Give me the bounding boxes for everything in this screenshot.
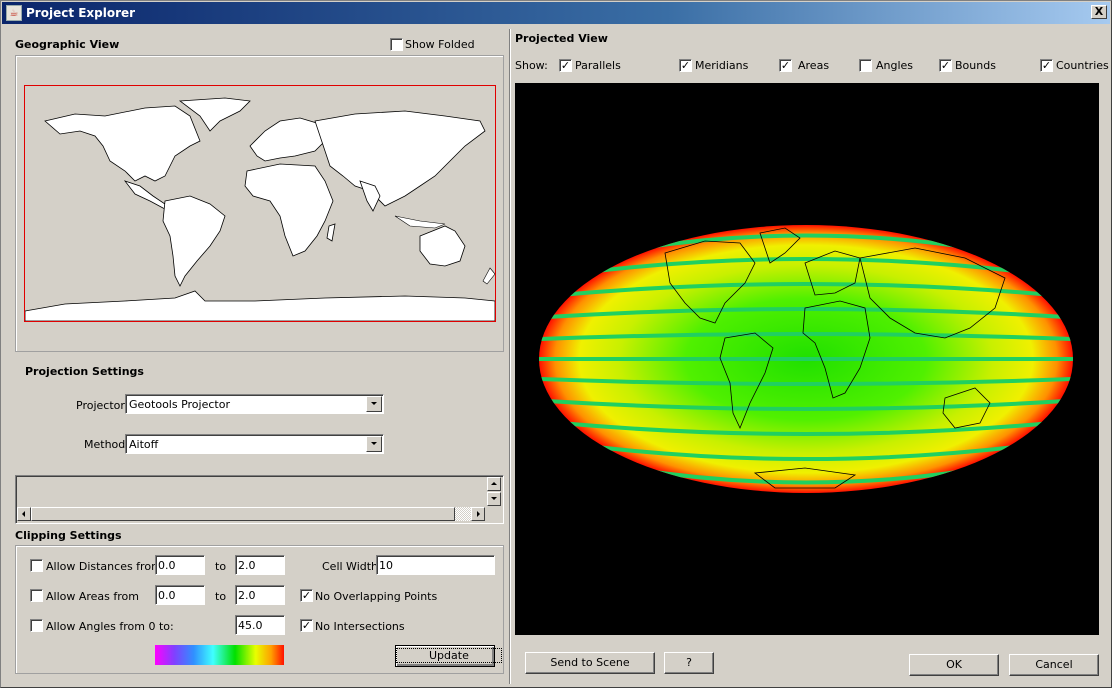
checkmark-icon: ✓ <box>940 59 951 72</box>
horizontal-scroll-track[interactable] <box>455 507 471 521</box>
bounds-checkbox[interactable]: ✓ <box>939 59 952 72</box>
chevron-down-icon[interactable] <box>366 436 382 452</box>
checkmark-icon: ✓ <box>1041 59 1052 72</box>
cell-width-label: Cell Width: <box>322 560 382 573</box>
checkmark-icon: ✓ <box>301 589 312 602</box>
window-title: Project Explorer <box>26 6 136 20</box>
ok-button[interactable]: OK <box>909 654 999 676</box>
allow-distances-label: Allow Distances from <box>46 560 162 573</box>
allow-angles-label: Allow Angles from 0 to: <box>46 620 174 633</box>
title-bar[interactable]: ☕ Project Explorer X <box>2 2 1110 24</box>
angles-to-field[interactable]: 45.0 <box>235 615 285 635</box>
north-america-shape <box>44 105 201 182</box>
scroll-up-button[interactable] <box>487 477 501 491</box>
project-explorer-window: ☕ Project Explorer X Geographic View Sho… <box>0 0 1112 688</box>
areas-to-label: to <box>215 590 227 603</box>
no-overlapping-points-checkbox[interactable]: ✓ <box>300 589 313 602</box>
no-intersections-checkbox[interactable]: ✓ <box>300 619 313 632</box>
areas-label: Areas <box>798 59 830 72</box>
color-ramp-legend <box>155 645 284 665</box>
horizontal-scroll-thumb[interactable] <box>31 507 455 521</box>
meridians-label: Meridians <box>695 59 749 72</box>
help-button[interactable]: ? <box>664 652 714 674</box>
allow-areas-checkbox[interactable] <box>30 589 43 602</box>
countries-label: Countries <box>1056 59 1109 72</box>
angles-checkbox[interactable] <box>859 59 872 72</box>
close-icon: X <box>1094 5 1104 18</box>
allow-areas-label: Allow Areas from <box>46 590 140 603</box>
distances-to-label: to <box>215 560 227 573</box>
distances-from-field[interactable]: 0.0 <box>155 555 205 575</box>
indonesia-shape <box>394 215 446 229</box>
show-folded-checkbox[interactable] <box>390 38 403 51</box>
split-divider[interactable] <box>509 29 511 684</box>
parallels-checkbox[interactable]: ✓ <box>559 59 572 72</box>
no-intersections-label: No Intersections <box>315 620 405 633</box>
cell-width-field[interactable]: 10 <box>376 555 495 575</box>
method-value: Aitoff <box>129 438 159 451</box>
projected-view-canvas[interactable] <box>515 83 1099 635</box>
show-folded-label: Show Folded <box>405 38 475 51</box>
java-icon: ☕ <box>6 5 22 21</box>
checkmark-icon: ✓ <box>560 59 571 72</box>
geographic-view-title: Geographic View <box>15 38 120 51</box>
cancel-button[interactable]: Cancel <box>1009 654 1099 676</box>
scroll-left-button[interactable] <box>17 507 31 521</box>
world-map-equirectangular <box>25 97 495 321</box>
asia-shape <box>314 110 486 207</box>
antarctica-shape <box>25 290 495 321</box>
areas-from-field[interactable]: 0.0 <box>155 585 205 605</box>
close-button[interactable]: X <box>1091 5 1107 19</box>
chevron-down-icon[interactable] <box>366 396 382 412</box>
projected-view-title: Projected View <box>515 32 608 45</box>
central-america-shape <box>123 180 172 212</box>
allow-distances-checkbox[interactable] <box>30 559 43 572</box>
bounds-label: Bounds <box>955 59 996 72</box>
aitoff-projection <box>539 225 1073 493</box>
madagascar-shape <box>326 223 336 242</box>
projector-value: Geotools Projector <box>129 398 230 411</box>
scroll-right-button[interactable] <box>471 507 485 521</box>
update-button[interactable]: Update <box>395 645 502 667</box>
checkmark-icon: ✓ <box>780 59 791 72</box>
countries-checkbox[interactable]: ✓ <box>1040 59 1053 72</box>
areas-checkbox[interactable]: ✓ <box>779 59 792 72</box>
africa-shape <box>244 163 334 257</box>
checkmark-icon: ✓ <box>301 619 312 632</box>
meridians-checkbox[interactable]: ✓ <box>679 59 692 72</box>
europe-shape <box>249 117 326 162</box>
areas-to-field[interactable]: 2.0 <box>235 585 285 605</box>
allow-angles-checkbox[interactable] <box>30 619 43 632</box>
show-label: Show: <box>515 59 548 72</box>
clipping-settings-title: Clipping Settings <box>15 529 122 542</box>
new-zealand-shape <box>482 267 495 285</box>
geographic-map[interactable] <box>24 85 496 322</box>
update-label: Update <box>396 648 502 663</box>
scroll-down-button[interactable] <box>487 492 501 506</box>
parallels-layer <box>539 225 1073 493</box>
projection-settings-title: Projection Settings <box>25 365 144 378</box>
checkmark-icon: ✓ <box>680 59 691 72</box>
no-overlapping-points-label: No Overlapping Points <box>315 590 438 603</box>
distances-to-field[interactable]: 2.0 <box>235 555 285 575</box>
south-america-shape <box>162 195 226 287</box>
projector-select[interactable]: Geotools Projector <box>125 394 384 414</box>
send-to-scene-button[interactable]: Send to Scene <box>525 652 655 674</box>
parallels-label: Parallels <box>575 59 621 72</box>
projector-label: Projector: <box>76 399 129 412</box>
method-label: Method: <box>84 438 129 451</box>
method-select[interactable]: Aitoff <box>125 434 384 454</box>
angles-label: Angles <box>876 59 914 72</box>
australia-shape <box>419 225 466 267</box>
